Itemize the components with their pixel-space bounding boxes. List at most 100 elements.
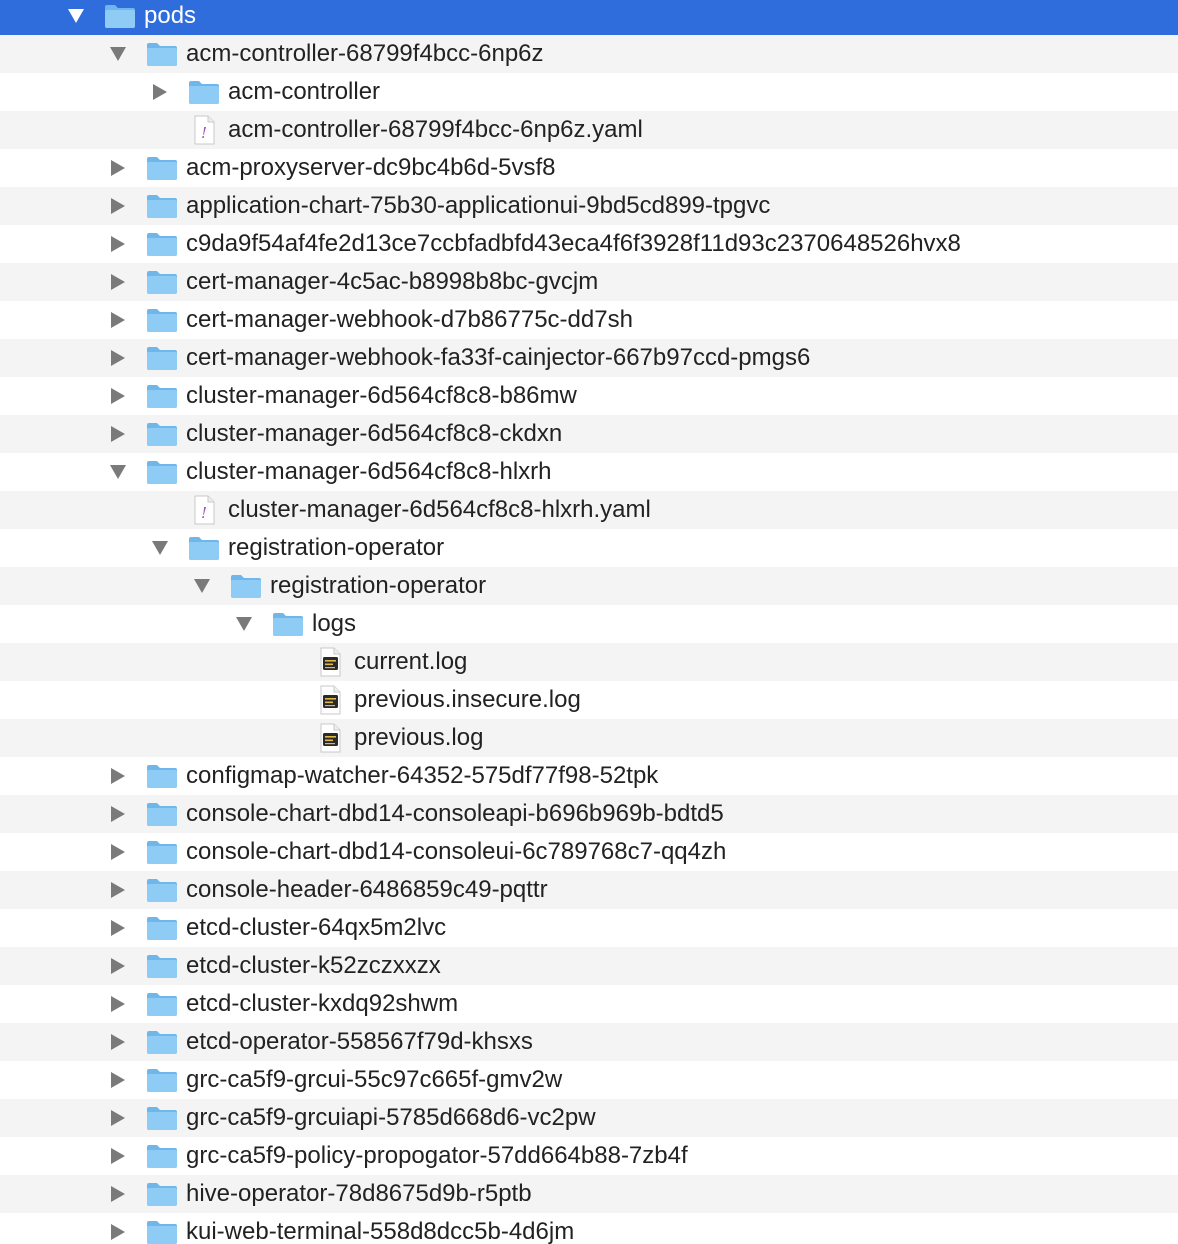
folder-icon <box>145 453 179 491</box>
disclosure-collapsed-icon[interactable] <box>106 985 130 1023</box>
tree-row-cert-manager-4c5ac-b8998b8bc-gvcjm[interactable]: cert-manager-4c5ac-b8998b8bc-gvcjm <box>0 263 1178 301</box>
tree-row-label: console-header-6486859c49-pqttr <box>186 876 548 903</box>
tree-row-etcd-operator-558567f79d-khsxs[interactable]: etcd-operator-558567f79d-khsxs <box>0 1023 1178 1061</box>
disclosure-collapsed-icon[interactable] <box>106 871 130 909</box>
folder-icon <box>145 1061 179 1099</box>
svg-text:!: ! <box>201 124 207 142</box>
tree-row-console-chart-dbd14-consoleui-6c789768c7-qq4zh[interactable]: console-chart-dbd14-consoleui-6c789768c7… <box>0 833 1178 871</box>
tree-row-kui-web-terminal-558d8dcc5b-4d6jm[interactable]: kui-web-terminal-558d8dcc5b-4d6jm <box>0 1213 1178 1244</box>
disclosure-collapsed-icon[interactable] <box>106 339 130 377</box>
tree-row-cert-manager-webhook-fa33f-cainjector-667b97ccd-pmgs6[interactable]: cert-manager-webhook-fa33f-cainjector-66… <box>0 339 1178 377</box>
tree-row-etcd-cluster-k52zczxxzx[interactable]: etcd-cluster-k52zczxxzx <box>0 947 1178 985</box>
disclosure-expanded-icon[interactable] <box>190 567 214 605</box>
folder-icon <box>145 149 179 187</box>
disclosure-collapsed-icon[interactable] <box>106 187 130 225</box>
disclosure-collapsed-icon[interactable] <box>106 415 130 453</box>
folder-icon <box>145 339 179 377</box>
folder-icon <box>145 225 179 263</box>
disclosure-collapsed-icon[interactable] <box>106 757 130 795</box>
tree-row-label: cert-manager-webhook-fa33f-cainjector-66… <box>186 344 811 371</box>
tree-row-cluster-manager-6d564cf8c8-b86mw[interactable]: cluster-manager-6d564cf8c8-b86mw <box>0 377 1178 415</box>
disclosure-collapsed-icon[interactable] <box>106 225 130 263</box>
tree-row-label: grc-ca5f9-grcui-55c97c665f-gmv2w <box>186 1066 563 1093</box>
disclosure-collapsed-icon[interactable] <box>106 1175 130 1213</box>
disclosure-collapsed-icon[interactable] <box>106 1213 130 1244</box>
tree-row-console-chart-dbd14-consoleapi-b696b969b-bdtd5[interactable]: console-chart-dbd14-consoleapi-b696b969b… <box>0 795 1178 833</box>
tree-row-label: etcd-cluster-k52zczxxzx <box>186 952 441 979</box>
disclosure-collapsed-icon[interactable] <box>106 795 130 833</box>
tree-row-cluster-manager-6d564cf8c8-ckdxn[interactable]: cluster-manager-6d564cf8c8-ckdxn <box>0 415 1178 453</box>
folder-icon <box>187 73 221 111</box>
disclosure-expanded-icon[interactable] <box>64 0 88 35</box>
tree-row-label: etcd-operator-558567f79d-khsxs <box>186 1028 533 1055</box>
folder-icon <box>145 985 179 1023</box>
tree-row-etcd-cluster-64qx5m2lvc[interactable]: etcd-cluster-64qx5m2lvc <box>0 909 1178 947</box>
tree-row-acm-controller[interactable]: acm-controller <box>0 73 1178 111</box>
disclosure-collapsed-icon[interactable] <box>106 301 130 339</box>
disclosure-collapsed-icon[interactable] <box>106 1099 130 1137</box>
disclosure-collapsed-icon[interactable] <box>106 1137 130 1175</box>
disclosure-collapsed-icon[interactable] <box>106 1061 130 1099</box>
log-file-icon <box>313 681 347 719</box>
tree-row-previous-insecure-log[interactable]: previous.insecure.log <box>0 681 1178 719</box>
tree-row-grc-ca5f9-grcui-55c97c665f-gmv2w[interactable]: grc-ca5f9-grcui-55c97c665f-gmv2w <box>0 1061 1178 1099</box>
tree-row-pods[interactable]: pods <box>0 0 1178 35</box>
tree-row-hive-operator-78d8675d9b-r5ptb[interactable]: hive-operator-78d8675d9b-r5ptb <box>0 1175 1178 1213</box>
tree-row-logs[interactable]: logs <box>0 605 1178 643</box>
tree-row-previous-log[interactable]: previous.log <box>0 719 1178 757</box>
tree-row-acm-proxyserver-dc9bc4b6d-5vsf8[interactable]: acm-proxyserver-dc9bc4b6d-5vsf8 <box>0 149 1178 187</box>
folder-icon <box>145 909 179 947</box>
tree-row-configmap-watcher-64352-575df77f98-52tpk[interactable]: configmap-watcher-64352-575df77f98-52tpk <box>0 757 1178 795</box>
disclosure-collapsed-icon[interactable] <box>148 73 172 111</box>
tree-row-cluster-manager-6d564cf8c8-hlxrh[interactable]: cluster-manager-6d564cf8c8-hlxrh <box>0 453 1178 491</box>
disclosure-expanded-icon[interactable] <box>232 605 256 643</box>
disclosure-collapsed-icon[interactable] <box>106 833 130 871</box>
folder-icon <box>145 301 179 339</box>
tree-row-label: kui-web-terminal-558d8dcc5b-4d6jm <box>186 1218 575 1244</box>
folder-icon <box>145 833 179 871</box>
tree-row-acm-controller-68799f4bcc-6np6z-yaml[interactable]: ! acm-controller-68799f4bcc-6np6z.yaml <box>0 111 1178 149</box>
tree-row-c9da9f54af4fe2d13ce7ccbfadbfd43eca4f6f3928f11d93c2370648526hvx8[interactable]: c9da9f54af4fe2d13ce7ccbfadbfd43eca4f6f39… <box>0 225 1178 263</box>
tree-row-cert-manager-webhook-d7b86775c-dd7sh[interactable]: cert-manager-webhook-d7b86775c-dd7sh <box>0 301 1178 339</box>
tree-row-label: acm-controller-68799f4bcc-6np6z.yaml <box>228 116 643 143</box>
disclosure-collapsed-icon[interactable] <box>106 149 130 187</box>
folder-icon <box>145 415 179 453</box>
log-file-icon <box>313 643 347 681</box>
tree-row-grc-ca5f9-grcuiapi-5785d668d6-vc2pw[interactable]: grc-ca5f9-grcuiapi-5785d668d6-vc2pw <box>0 1099 1178 1137</box>
folder-icon <box>145 263 179 301</box>
tree-row-etcd-cluster-kxdq92shwm[interactable]: etcd-cluster-kxdq92shwm <box>0 985 1178 1023</box>
disclosure-expanded-icon[interactable] <box>106 453 130 491</box>
folder-icon <box>145 795 179 833</box>
tree-row-label: grc-ca5f9-grcuiapi-5785d668d6-vc2pw <box>186 1104 596 1131</box>
disclosure-collapsed-icon[interactable] <box>106 947 130 985</box>
tree-row-label: previous.log <box>354 724 484 751</box>
tree-row-grc-ca5f9-policy-propogator-57dd664b88-7zb4f[interactable]: grc-ca5f9-policy-propogator-57dd664b88-7… <box>0 1137 1178 1175</box>
disclosure-expanded-icon[interactable] <box>148 529 172 567</box>
tree-row-application-chart-75b30-applicationui-9bd5cd899-tpgvc[interactable]: application-chart-75b30-applicationui-9b… <box>0 187 1178 225</box>
folder-icon <box>145 1175 179 1213</box>
tree-row-current-log[interactable]: current.log <box>0 643 1178 681</box>
tree-row-console-header-6486859c49-pqttr[interactable]: console-header-6486859c49-pqttr <box>0 871 1178 909</box>
disclosure-collapsed-icon[interactable] <box>106 909 130 947</box>
tree-row-label: logs <box>312 610 357 637</box>
tree-row-registration-operator[interactable]: registration-operator <box>0 529 1178 567</box>
tree-row-label: cluster-manager-6d564cf8c8-hlxrh.yaml <box>228 496 651 523</box>
folder-icon <box>229 567 263 605</box>
tree-row-acm-controller-68799f4bcc-6np6z[interactable]: acm-controller-68799f4bcc-6np6z <box>0 35 1178 73</box>
folder-icon <box>145 1023 179 1061</box>
tree-row-label: cluster-manager-6d564cf8c8-b86mw <box>186 382 577 409</box>
folder-icon <box>145 377 179 415</box>
tree-row-label: cert-manager-webhook-d7b86775c-dd7sh <box>186 306 633 333</box>
tree-row-label: grc-ca5f9-policy-propogator-57dd664b88-7… <box>186 1142 688 1169</box>
folder-icon <box>145 947 179 985</box>
disclosure-collapsed-icon[interactable] <box>106 263 130 301</box>
disclosure-collapsed-icon[interactable] <box>106 377 130 415</box>
disclosure-collapsed-icon[interactable] <box>106 1023 130 1061</box>
tree-row-label: acm-controller-68799f4bcc-6np6z <box>186 40 544 67</box>
disclosure-expanded-icon[interactable] <box>106 35 130 73</box>
tree-row-cluster-manager-6d564cf8c8-hlxrh-yaml[interactable]: ! cluster-manager-6d564cf8c8-hlxrh.yaml <box>0 491 1178 529</box>
folder-icon <box>145 187 179 225</box>
folder-icon <box>145 1099 179 1137</box>
tree-row-registration-operator[interactable]: registration-operator <box>0 567 1178 605</box>
tree-row-label: c9da9f54af4fe2d13ce7ccbfadbfd43eca4f6f39… <box>186 230 961 257</box>
